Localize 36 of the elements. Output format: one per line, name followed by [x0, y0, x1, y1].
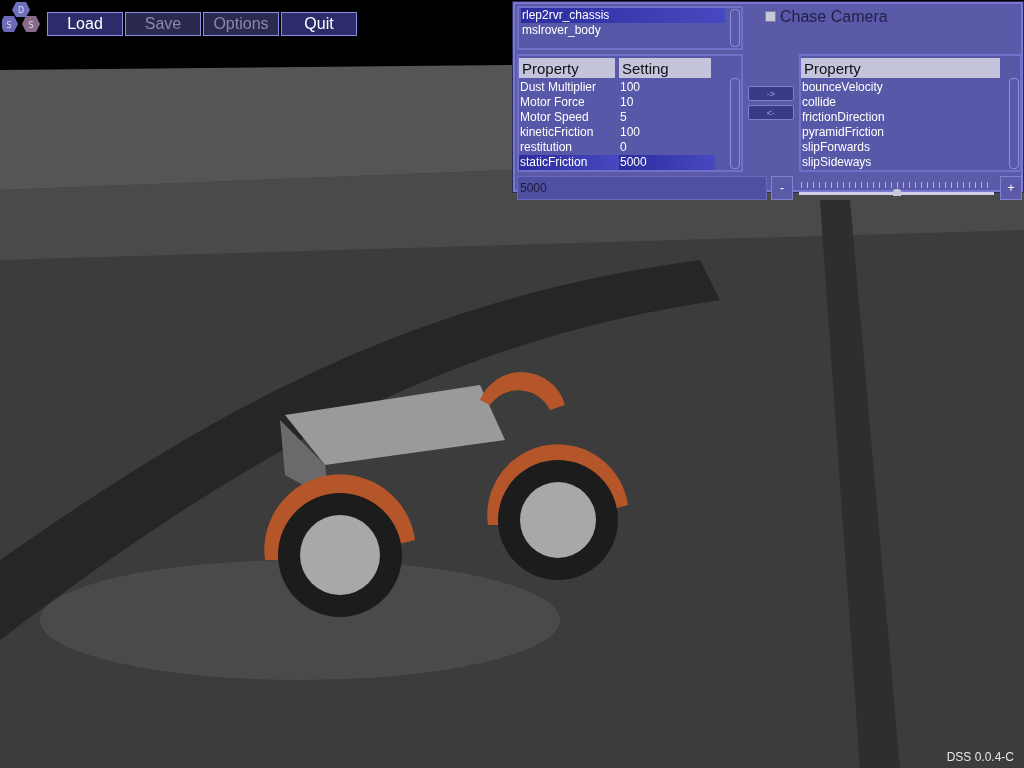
scrollbar[interactable] [1009, 78, 1019, 169]
increase-button[interactable]: + [1000, 176, 1022, 200]
checkbox[interactable] [765, 11, 776, 22]
setting-cell[interactable]: 100 [619, 125, 715, 140]
property-cell[interactable]: Dust Multiplier [519, 80, 619, 95]
column-header[interactable]: Property [519, 58, 615, 78]
scrollbar[interactable] [730, 9, 740, 47]
property-item[interactable]: slipForwards [801, 140, 1004, 155]
column-header[interactable]: Setting [619, 58, 711, 78]
object-item[interactable]: rlep2rvr_chassis [521, 8, 725, 23]
setting-cell[interactable]: 10 [619, 95, 715, 110]
property-cell[interactable]: staticFriction [519, 155, 619, 170]
toolbar-button[interactable]: Quit [281, 12, 357, 36]
property-cell[interactable]: kineticFriction [519, 125, 619, 140]
toolbar-button[interactable]: Load [47, 12, 123, 36]
property-cell[interactable]: Motor Force [519, 95, 619, 110]
property-item[interactable]: slipSideways [801, 155, 1004, 170]
property-item[interactable]: frictionDirection [801, 110, 1004, 125]
move-button[interactable]: <- [748, 105, 794, 120]
move-button[interactable]: -> [748, 86, 794, 101]
version-label: DSS 0.0.4-C [946, 750, 1014, 764]
checkbox-label: Chase Camera [780, 8, 888, 26]
property-cell[interactable]: Motor Speed [519, 110, 619, 125]
slider-thumb[interactable] [892, 189, 901, 196]
setting-cell[interactable]: 100 [619, 80, 715, 95]
property-item[interactable]: pyramidFriction [801, 125, 1004, 140]
setting-cell[interactable]: 5 [619, 110, 715, 125]
property-item[interactable]: bounceVelocity [801, 80, 1004, 95]
object-item[interactable]: mslrover_body [521, 23, 725, 38]
column-header[interactable]: Property [801, 58, 1000, 78]
setting-cell[interactable]: 5000 [619, 155, 715, 170]
scrollbar[interactable] [730, 78, 740, 169]
setting-cell[interactable]: 0 [619, 140, 715, 155]
property-cell[interactable]: restitution [519, 140, 619, 155]
property-item[interactable]: collide [801, 95, 1004, 110]
decrease-button[interactable]: - [771, 176, 793, 200]
